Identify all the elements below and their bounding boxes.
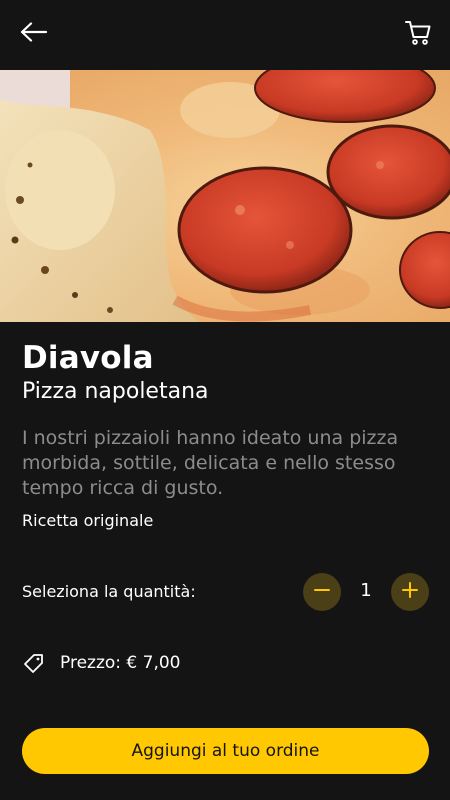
arrow-left-icon bbox=[20, 22, 48, 46]
app-header bbox=[0, 0, 450, 70]
increase-quantity-button[interactable] bbox=[391, 573, 429, 611]
product-title: Diavola bbox=[22, 340, 154, 376]
decrease-quantity-button[interactable] bbox=[303, 573, 341, 611]
recipe-note: Ricetta originale bbox=[22, 511, 154, 530]
product-image bbox=[0, 70, 450, 322]
quantity-value: 1 bbox=[360, 580, 372, 601]
shopping-cart-icon bbox=[404, 18, 432, 50]
price-label: Prezzo: € 7,00 bbox=[60, 653, 181, 673]
cart-button[interactable] bbox=[400, 16, 436, 52]
back-button[interactable] bbox=[16, 18, 52, 50]
price-tag-icon bbox=[22, 651, 46, 675]
add-to-order-button[interactable]: Aggiungi al tuo ordine bbox=[22, 728, 429, 774]
product-description: I nostri pizzaioli hanno ideato una pizz… bbox=[22, 427, 399, 499]
plus-icon bbox=[401, 581, 419, 603]
minus-icon bbox=[313, 581, 331, 603]
quantity-label: Seleziona la quantità: bbox=[22, 582, 196, 601]
product-category: Pizza napoletana bbox=[22, 379, 209, 404]
price-row: Prezzo: € 7,00 bbox=[22, 650, 180, 676]
